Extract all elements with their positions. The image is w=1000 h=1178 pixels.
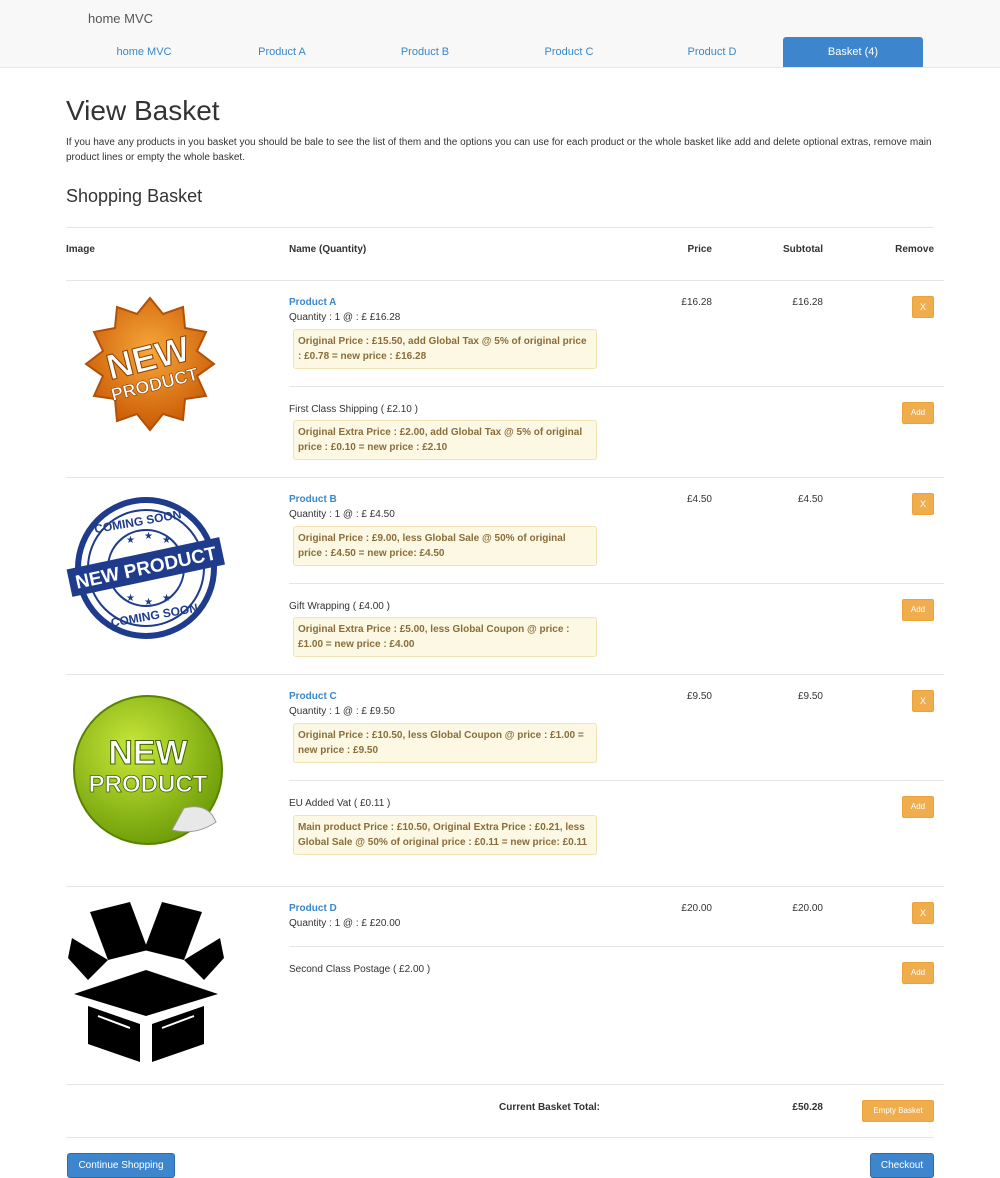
remove-product-d-button[interactable]: X	[912, 902, 934, 924]
page-intro: If you have any products in you basket y…	[66, 137, 932, 163]
header-image: Image	[66, 244, 95, 255]
product-a-price: £16.28	[681, 297, 712, 308]
divider	[289, 946, 944, 947]
divider	[66, 280, 944, 281]
product-a-link[interactable]: Product A	[289, 297, 336, 308]
product-d-subtotal: £20.00	[792, 903, 823, 914]
product-a-subtotal: £16.28	[792, 297, 823, 308]
header-subtotal: Subtotal	[783, 244, 823, 255]
add-extra-d-button[interactable]: Add	[902, 962, 934, 984]
product-d-link[interactable]: Product D	[289, 903, 337, 914]
product-a-extra-label: First Class Shipping ( £2.10 )	[289, 404, 418, 415]
remove-product-b-button[interactable]: X	[912, 493, 934, 515]
product-b-quantity: Quantity : 1 @ : £ £4.50	[289, 509, 395, 520]
product-a-quantity: Quantity : 1 @ : £ £16.28	[289, 312, 401, 323]
product-c-subtotal: £9.50	[797, 691, 823, 702]
product-a-extra-note: Original Extra Price : £2.00, add Global…	[293, 420, 597, 460]
product-d-extra-label: Second Class Postage ( £2.00 )	[289, 964, 431, 975]
divider	[66, 674, 944, 675]
add-extra-a-button[interactable]: Add	[902, 402, 934, 424]
divider	[66, 1137, 934, 1138]
add-extra-b-button[interactable]: Add	[902, 599, 934, 621]
remove-product-c-button[interactable]: X	[912, 690, 934, 712]
header-remove: Remove	[895, 244, 934, 255]
svg-text:★: ★	[126, 593, 135, 604]
nav-product-a[interactable]: Product A	[220, 37, 344, 67]
product-c-price: £9.50	[686, 691, 712, 702]
nav-product-b[interactable]: Product B	[363, 37, 487, 67]
divider	[66, 886, 944, 887]
page-title: View Basket	[66, 95, 220, 126]
empty-basket-button[interactable]: Empty Basket	[862, 1100, 934, 1122]
divider	[66, 477, 944, 478]
divider	[66, 1084, 944, 1085]
basket-heading: Shopping Basket	[66, 186, 203, 206]
product-c-extra-note: Main product Price : £10.50, Original Ex…	[293, 815, 597, 855]
brand-link[interactable]: home MVC	[88, 11, 153, 26]
product-c-image: NEW PRODUCT	[66, 690, 226, 850]
header-name: Name (Quantity)	[289, 244, 367, 255]
basket-total-label: Current Basket Total:	[499, 1102, 600, 1113]
nav-product-d[interactable]: Product D	[650, 37, 774, 67]
nav-product-c[interactable]: Product C	[507, 37, 631, 67]
svg-text:★: ★	[144, 531, 153, 542]
remove-product-a-button[interactable]: X	[912, 296, 934, 318]
product-b-image: COMING SOON COMING SOON NEW PRODUCT ★ ★ …	[66, 493, 226, 643]
nav-basket[interactable]: Basket (4)	[783, 37, 923, 67]
continue-shopping-button[interactable]: Continue Shopping	[67, 1153, 175, 1178]
svg-text:★: ★	[162, 593, 171, 604]
svg-text:★: ★	[162, 535, 171, 546]
svg-text:★: ★	[144, 597, 153, 608]
basket-total-value: £50.28	[792, 1102, 823, 1113]
product-b-price: £4.50	[686, 494, 712, 505]
divider	[289, 780, 944, 781]
product-d-image	[66, 898, 226, 1064]
product-d-quantity: Quantity : 1 @ : £ £20.00	[289, 918, 401, 929]
divider	[289, 386, 944, 387]
svg-text:NEW: NEW	[108, 734, 188, 772]
add-extra-c-button[interactable]: Add	[902, 796, 934, 818]
header-price: Price	[687, 244, 712, 255]
product-a-image: NEW PRODUCT	[66, 290, 226, 450]
product-c-price-note: Original Price : £10.50, less Global Cou…	[293, 723, 597, 763]
checkout-button[interactable]: Checkout	[870, 1153, 934, 1178]
product-a-price-note: Original Price : £15.50, add Global Tax …	[293, 329, 597, 369]
product-b-price-note: Original Price : £9.00, less Global Sale…	[293, 526, 597, 566]
product-b-subtotal: £4.50	[797, 494, 823, 505]
svg-text:PRODUCT: PRODUCT	[89, 771, 208, 798]
product-b-extra-note: Original Extra Price : £5.00, less Globa…	[293, 617, 597, 657]
divider	[289, 583, 944, 584]
product-c-extra-label: EU Added Vat ( £0.11 )	[289, 798, 391, 809]
product-c-link[interactable]: Product C	[289, 691, 337, 702]
navbar: home MVC home MVC Product A Product B Pr…	[0, 0, 1000, 68]
product-b-link[interactable]: Product B	[289, 494, 337, 505]
product-b-extra-label: Gift Wrapping ( £4.00 )	[289, 601, 390, 612]
nav-home[interactable]: home MVC	[82, 37, 206, 67]
product-c-quantity: Quantity : 1 @ : £ £9.50	[289, 706, 395, 717]
product-d-price: £20.00	[681, 903, 712, 914]
divider	[66, 227, 934, 228]
svg-text:★: ★	[126, 535, 135, 546]
